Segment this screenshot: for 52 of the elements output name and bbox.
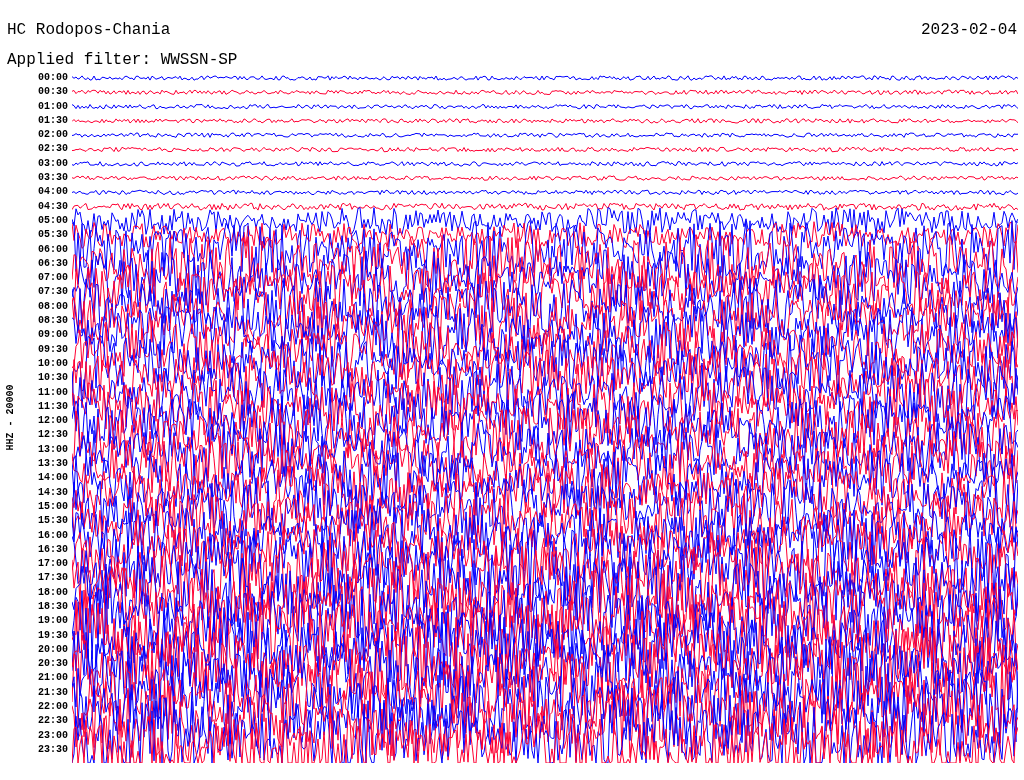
time-label: 23:30 [38,742,68,757]
time-label: 12:00 [38,414,68,429]
time-label: 00:00 [38,71,68,85]
time-label: 06:00 [38,242,68,257]
time-label: 21:30 [38,685,68,700]
time-label: 14:00 [38,471,68,486]
time-label: 10:00 [38,356,68,371]
time-label: 16:30 [38,542,68,557]
time-label: 17:00 [38,557,68,572]
date-label: 2023-02-04 [921,20,1017,40]
time-label: 10:30 [38,371,68,386]
filter-label: Applied filter: WWSSN-SP [7,51,238,69]
time-label: 08:00 [38,299,68,314]
time-label: 00:30 [38,85,68,100]
time-label: 15:00 [38,499,68,514]
time-label: 09:00 [38,328,68,343]
time-label: 05:30 [38,228,68,243]
time-label: 07:30 [38,285,68,300]
time-label: 07:00 [38,271,68,286]
time-label: 02:00 [38,128,68,143]
time-label: 23:00 [38,728,68,743]
time-label: 03:00 [38,156,68,171]
time-label: 15:30 [38,514,68,529]
time-label: 01:00 [38,99,68,114]
axis-label: HHZ - 20000 [3,384,17,450]
time-label: 06:30 [38,256,68,271]
time-label: 12:30 [38,428,68,443]
time-label: 11:30 [38,399,68,414]
time-label: 22:30 [38,714,68,729]
time-label: 16:00 [38,528,68,543]
time-label: 13:00 [38,442,68,457]
time-label: 04:00 [38,185,68,200]
time-label: 20:30 [38,657,68,672]
time-label: 11:00 [38,385,68,400]
time-label: 14:30 [38,485,68,500]
time-label: 13:30 [38,457,68,471]
time-label: 21:00 [38,671,68,686]
time-label: 09:30 [38,342,68,357]
time-label: 05:00 [38,213,68,228]
time-label: 08:30 [38,314,68,329]
time-label: 18:30 [38,600,68,614]
time-label: 17:30 [38,571,68,586]
station-title: HC Rodopos-Chania [7,20,171,40]
time-label: 19:00 [38,614,68,629]
time-label: 19:30 [38,628,68,643]
time-label: 02:30 [38,142,68,157]
time-label: 22:00 [38,700,68,715]
time-label: 18:00 [38,585,68,600]
time-label: 03:30 [38,171,68,186]
time-label: 20:00 [38,642,68,657]
time-label: 01:30 [38,113,68,128]
time-label: 04:30 [38,199,68,214]
